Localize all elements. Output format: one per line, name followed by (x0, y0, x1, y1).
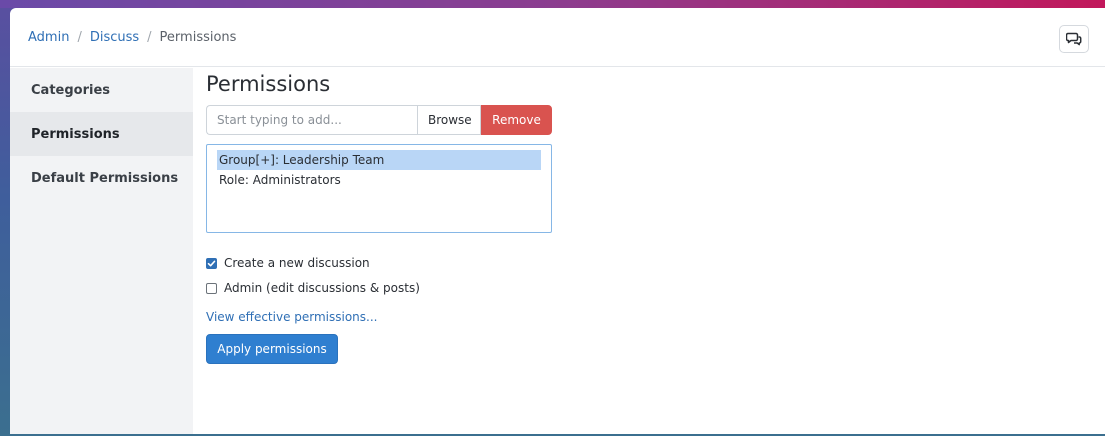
list-option[interactable]: Role: Administrators (217, 170, 541, 190)
chat-button[interactable] (1059, 25, 1089, 53)
sidebar: Categories Permissions Default Permissio… (10, 68, 193, 434)
principals-listbox[interactable]: Group[+]: Leadership Team Role: Administ… (206, 144, 552, 233)
browse-button[interactable]: Browse (417, 105, 481, 135)
sidebar-item-default-permissions[interactable]: Default Permissions (10, 156, 193, 200)
sidebar-item-label: Default Permissions (31, 170, 179, 186)
page-header: Admin / Discuss / Permissions (10, 8, 1105, 67)
breadcrumb-separator: / (77, 29, 82, 45)
page-title: Permissions (206, 72, 331, 96)
breadcrumb-current: Permissions (159, 29, 237, 45)
sidebar-item-label: Permissions (31, 126, 120, 142)
sidebar-item-categories[interactable]: Categories (10, 68, 193, 112)
add-principal-input[interactable] (206, 105, 417, 135)
breadcrumb-separator: / (147, 29, 152, 45)
list-option[interactable]: Group[+]: Leadership Team (217, 150, 541, 170)
admin-checkbox-row[interactable]: Admin (edit discussions & posts) (206, 281, 420, 295)
breadcrumb: Admin / Discuss / Permissions (28, 30, 236, 45)
app-window: Admin / Discuss / Permissions Categories… (10, 8, 1105, 434)
apply-permissions-button[interactable]: Apply permissions (206, 334, 338, 364)
remove-button[interactable]: Remove (481, 105, 552, 135)
sidebar-item-label: Categories (31, 82, 111, 98)
create-discussion-checkbox-row[interactable]: Create a new discussion (206, 256, 370, 270)
add-principal-row: Browse Remove (206, 105, 552, 135)
breadcrumb-admin[interactable]: Admin (28, 30, 69, 45)
chat-bubbles-icon (1066, 32, 1082, 46)
checkmark-icon (207, 260, 216, 266)
checkbox-label: Admin (edit discussions & posts) (224, 281, 420, 295)
checkbox-label: Create a new discussion (224, 256, 370, 270)
top-accent-bar (0, 0, 1105, 8)
view-effective-permissions-link[interactable]: View effective permissions... (206, 310, 378, 324)
admin-checkbox[interactable] (206, 282, 217, 294)
sidebar-item-permissions[interactable]: Permissions (10, 112, 193, 156)
create-discussion-checkbox[interactable] (206, 257, 217, 269)
breadcrumb-discuss[interactable]: Discuss (90, 30, 139, 45)
